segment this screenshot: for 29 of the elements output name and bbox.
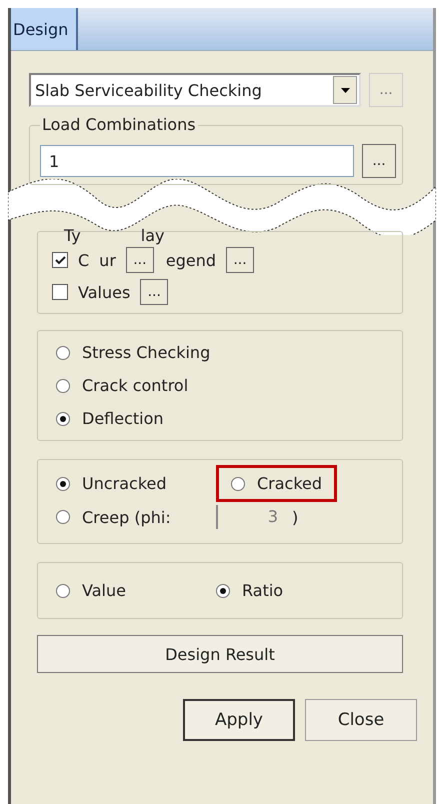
more-button[interactable]: ... [140,279,168,305]
more-button[interactable]: ... [369,73,403,107]
design-tab[interactable]: Design [11,8,78,50]
load-combination-field[interactable]: 1 [40,145,354,177]
analysis-dropdown[interactable]: Slab Serviceability Checking [29,73,361,107]
checkbox[interactable] [52,252,68,268]
radio-option[interactable]: Creep (phi: [56,508,216,526]
radio-option[interactable]: Cracked [216,465,338,502]
label-fragment: Values [78,282,130,302]
more-button[interactable]: ... [126,247,154,273]
more-button[interactable]: ... [226,247,254,273]
group-title-fragment: lay [140,226,164,245]
label-fragment: C [78,250,90,270]
label-fragment: egend [166,250,216,270]
dialog-button[interactable]: Apply [183,699,295,741]
label-fragment: ur [99,250,116,270]
design-result-button[interactable]: Design Result [37,635,403,673]
radio-option[interactable]: Ratio [216,581,384,600]
radio-option[interactable]: Crack control [56,376,384,395]
radio-option[interactable]: Value [56,581,216,600]
closing-parenthesis: ) [292,508,298,526]
phi-input-field[interactable]: 3 [216,505,286,529]
radio-option[interactable]: Uncracked [56,474,216,493]
group-title-fragment: Ty [64,226,81,245]
radio-option[interactable]: Deflection [56,409,384,428]
checkbox[interactable] [52,284,68,300]
dialog-button[interactable]: Close [305,699,417,741]
radio-option[interactable]: Stress Checking [56,343,384,362]
more-button[interactable]: ... [362,144,396,178]
